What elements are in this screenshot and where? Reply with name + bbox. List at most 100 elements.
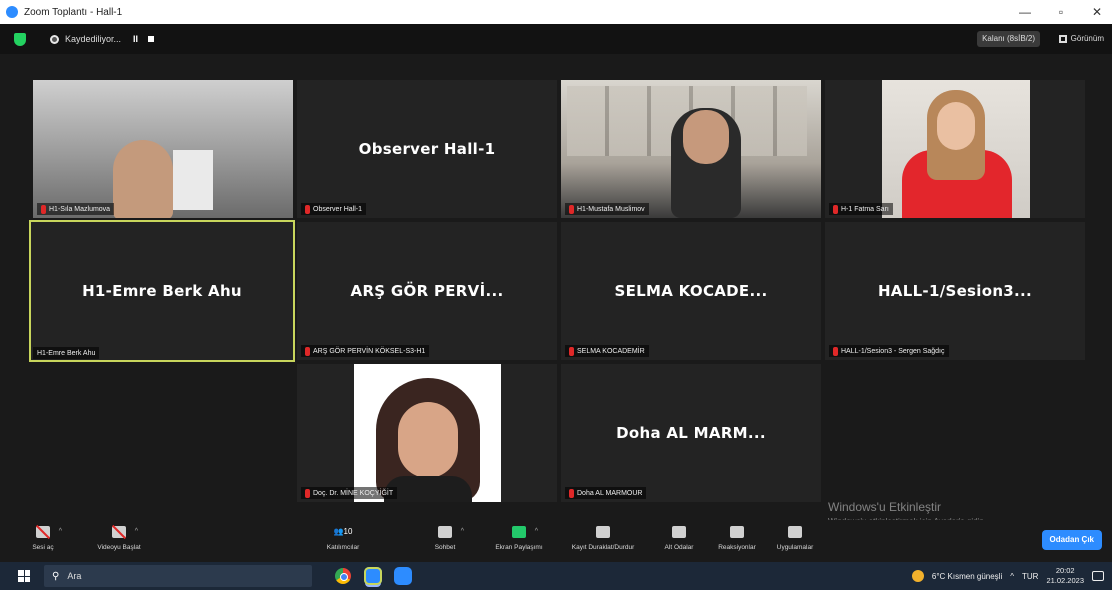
- participant-name: SELMA KOCADEMİR: [577, 347, 645, 355]
- participant-photo: [354, 364, 501, 502]
- meeting-top-bar: Kaydediliyor... II Kalanı (8sİB/2) Görün…: [0, 24, 1112, 54]
- chat-icon: [438, 526, 452, 538]
- recording-icon: [50, 34, 59, 44]
- participant-name: H1-Sıla Mazlumova: [49, 205, 111, 213]
- weather-text[interactable]: 6°C Kısmen güneşli: [932, 572, 1002, 581]
- participant-name: H-1 Fatma Sarı: [841, 205, 889, 213]
- participant-video: [561, 80, 821, 218]
- participant-label: H-1 Fatma Sarı: [829, 203, 893, 215]
- zoom-logo-icon: [6, 6, 18, 18]
- video-tile[interactable]: Doç. Dr. MİNE KOÇYİĞİT: [297, 364, 557, 502]
- participant-name: Doha AL MARMOUR: [577, 489, 643, 497]
- participant-name: H1-Mustafa Muslimov: [577, 205, 645, 213]
- taskbar-clock[interactable]: 20:02 21.02.2023: [1046, 566, 1084, 586]
- camera-off-icon: [112, 526, 126, 538]
- clock-time: 20:02: [1055, 566, 1075, 575]
- participant-display-name: ARŞ GÖR PERVİ...: [350, 282, 504, 300]
- apps-button[interactable]: Uygulamalar: [760, 526, 830, 551]
- close-button[interactable]: ✕: [1090, 5, 1104, 19]
- taskbar-apps: [332, 565, 414, 587]
- start-video-label: Videoyu Başlat: [97, 544, 141, 551]
- chat-button[interactable]: ^ Sohbet: [410, 526, 480, 551]
- taskbar-zoom-app[interactable]: [362, 565, 384, 587]
- windows-taskbar: ⚲ Ara 6°C Kısmen güneşli ^ TUR 20:02 21.…: [0, 562, 1112, 590]
- video-tile-active-speaker[interactable]: H1-Emre Berk Ahu H1-Emre Berk Ahu: [29, 220, 295, 362]
- taskbar-zoom-app[interactable]: [392, 565, 414, 587]
- chevron-up-icon[interactable]: ^: [535, 528, 538, 535]
- mic-muted-icon: [569, 488, 574, 498]
- encryption-shield-icon[interactable]: [14, 32, 26, 46]
- pause-stop-icon: [596, 526, 610, 538]
- chevron-up-icon[interactable]: ^: [461, 528, 464, 535]
- participant-label: H1-Sıla Mazlumova: [37, 203, 115, 215]
- language-indicator[interactable]: TUR: [1022, 572, 1038, 581]
- maximize-button[interactable]: ▫: [1054, 5, 1068, 19]
- share-screen-button[interactable]: ^ Ekran Paylaşımı: [484, 526, 554, 551]
- mic-muted-icon: [305, 488, 310, 498]
- participant-name: H1-Emre Berk Ahu: [37, 349, 96, 357]
- participant-name: Observer Hall-1: [313, 205, 363, 213]
- video-tile[interactable]: SELMA KOCADE... SELMA KOCADEMİR: [561, 222, 821, 360]
- view-button[interactable]: Görünüm: [1058, 31, 1104, 47]
- breakout-rooms-label: Alt Odalar: [664, 544, 694, 551]
- chevron-up-icon[interactable]: ^: [59, 528, 62, 535]
- unmute-button[interactable]: ^ Sesi aç: [8, 526, 78, 551]
- apps-label: Uygulamalar: [776, 544, 814, 551]
- windows-start-icon[interactable]: [18, 570, 30, 582]
- video-tile[interactable]: HALL-1/Sesion3... HALL-1/Sesion3 - Serge…: [825, 222, 1085, 360]
- video-tile[interactable]: ARŞ GÖR PERVİ... ARŞ GÖR PERVİN KÖKSEL-S…: [297, 222, 557, 360]
- start-video-button[interactable]: ^ Videoyu Başlat: [84, 526, 154, 551]
- participant-display-name: Observer Hall-1: [358, 140, 496, 158]
- apps-icon: [788, 526, 802, 538]
- participants-button[interactable]: 👥10 Katılımcılar: [308, 526, 378, 551]
- mic-muted-icon: [569, 204, 574, 214]
- participant-name: ARŞ GÖR PERVİN KÖKSEL-S3-H1: [313, 347, 426, 355]
- video-tile[interactable]: H-1 Fatma Sarı: [825, 80, 1085, 218]
- participant-label: HALL-1/Sesion3 - Sergen Sağdıç: [829, 345, 949, 357]
- mic-muted-icon: [36, 526, 50, 538]
- minimize-button[interactable]: —: [1018, 5, 1032, 19]
- video-tile[interactable]: Observer Hall-1 Observer Hall-1: [297, 80, 557, 218]
- search-placeholder: Ara: [67, 571, 82, 581]
- window-controls: — ▫ ✕: [1018, 0, 1104, 24]
- chat-label: Sohbet: [434, 544, 456, 551]
- window-title: Zoom Toplantı - Hall-1: [24, 6, 123, 18]
- mic-muted-icon: [833, 204, 838, 214]
- pause-stop-recording-button[interactable]: Kayıt Duraklat/Durdur: [568, 526, 638, 551]
- participant-label: Doha AL MARMOUR: [565, 487, 647, 499]
- weather-icon: [911, 570, 924, 582]
- participant-video: [882, 80, 1030, 218]
- pause-recording-button[interactable]: II: [133, 34, 138, 44]
- search-icon: ⚲: [52, 570, 60, 582]
- chevron-up-icon[interactable]: ^: [135, 528, 138, 535]
- mic-muted-icon: [305, 346, 310, 356]
- participant-display-name: H1-Emre Berk Ahu: [82, 282, 242, 300]
- breakout-rooms-icon: [672, 526, 686, 538]
- participant-count: 10: [343, 527, 353, 536]
- stop-recording-button[interactable]: [148, 36, 155, 42]
- notification-icon[interactable]: [1092, 571, 1104, 581]
- share-screen-icon: [512, 526, 526, 538]
- participant-label: Doç. Dr. MİNE KOÇYİĞİT: [301, 487, 398, 499]
- video-tile[interactable]: H1-Mustafa Muslimov: [561, 80, 821, 218]
- participant-label: H1-Mustafa Muslimov: [565, 203, 649, 215]
- participant-name: Doç. Dr. MİNE KOÇYİĞİT: [313, 489, 394, 497]
- exit-fullscreen-button[interactable]: Kalanı (8sİB/2): [977, 31, 1040, 47]
- video-tile[interactable]: H1-Sıla Mazlumova: [33, 80, 293, 218]
- recording-status: Kaydediliyor...: [65, 34, 122, 44]
- mic-muted-icon: [305, 204, 310, 214]
- video-tile[interactable]: Doha AL MARM... Doha AL MARMOUR: [561, 364, 821, 502]
- participant-label: H1-Emre Berk Ahu: [33, 347, 100, 359]
- watermark-title: Windows'u Etkinleştir: [828, 500, 941, 514]
- mic-muted-icon: [569, 346, 574, 356]
- taskbar-chrome-app[interactable]: [332, 565, 354, 587]
- participants-icon: 👥10: [333, 527, 353, 536]
- participant-display-name: Doha AL MARM...: [616, 424, 766, 442]
- participant-display-name: SELMA KOCADE...: [614, 282, 768, 300]
- leave-meeting-button[interactable]: Odadan Çık: [1041, 530, 1102, 550]
- participant-video: [33, 80, 293, 218]
- taskbar-search-box[interactable]: ⚲ Ara: [44, 565, 312, 587]
- unmute-label: Sesi aç: [32, 544, 54, 551]
- zoom-app-icon: [394, 567, 412, 585]
- chevron-up-icon[interactable]: ^: [1010, 572, 1014, 581]
